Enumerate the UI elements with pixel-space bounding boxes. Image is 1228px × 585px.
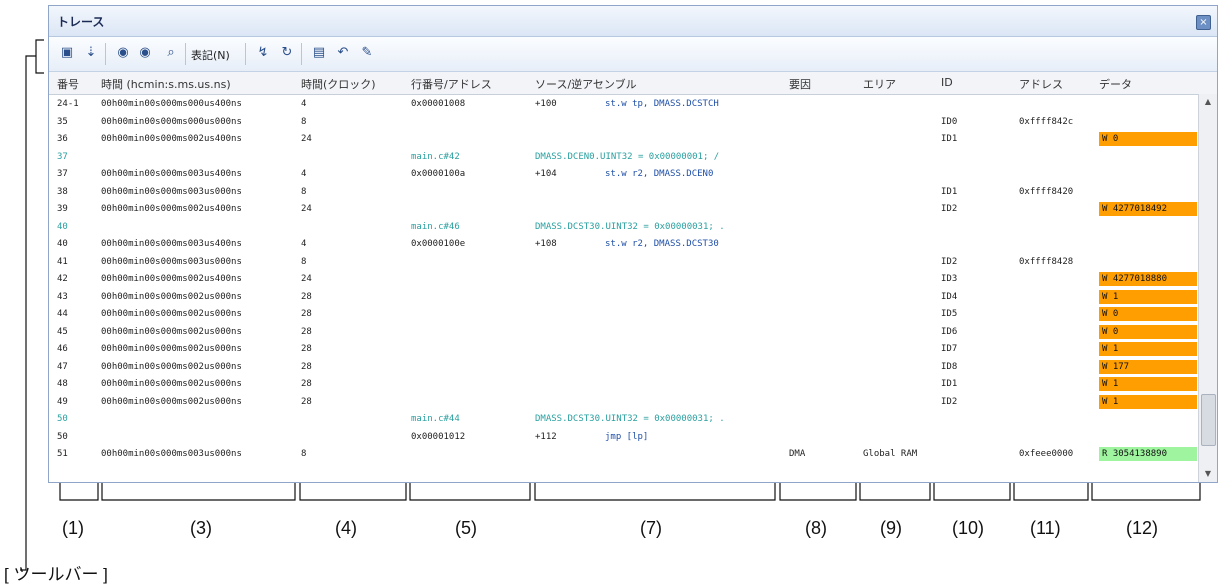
annotation-lines bbox=[20, 39, 1201, 571]
label-col3: (3) bbox=[190, 518, 212, 538]
label-col5: (5) bbox=[455, 518, 477, 538]
label-col12: (12) bbox=[1126, 518, 1159, 538]
label-toolbar: [ ツールバー ] bbox=[4, 565, 108, 584]
label-col10: (10) bbox=[952, 518, 985, 538]
label-col7: (7) bbox=[640, 518, 662, 538]
label-col11: (11) bbox=[1030, 518, 1061, 538]
label-col9: (9) bbox=[880, 518, 902, 538]
label-col1: (1) bbox=[62, 518, 84, 538]
label-col8: (8) bbox=[805, 518, 827, 538]
label-col4: (4) bbox=[335, 518, 357, 538]
